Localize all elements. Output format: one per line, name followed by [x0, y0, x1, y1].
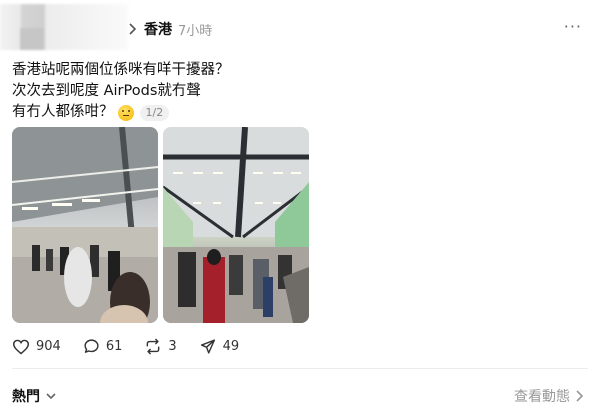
view-activity-label: 查看動態: [514, 389, 570, 405]
feed-selector[interactable]: 熱門: [12, 386, 56, 406]
chevron-right-icon: [128, 22, 138, 36]
post-body: 香港站呢兩個位係咪有咩干擾器？ 次次去到呢度 AirPods就冇聲 有冇人都係咁…: [12, 60, 230, 123]
more-icon[interactable]: ···: [564, 17, 582, 36]
post-text-line: 有冇人都係咁？ 1/2: [12, 102, 230, 123]
chevron-down-icon: [46, 393, 56, 400]
comment-button[interactable]: 61: [83, 338, 123, 355]
post-time: 7小時: [178, 23, 213, 39]
divider: [12, 368, 588, 369]
repost-icon: [147, 338, 160, 355]
post-image-1[interactable]: [12, 127, 158, 323]
station-photo-2: [163, 127, 309, 323]
image-counter: 1/2: [139, 104, 170, 121]
send-icon: [200, 339, 215, 354]
like-count: 904: [36, 339, 61, 354]
repost-button[interactable]: 3: [144, 338, 177, 355]
comment-count: 61: [105, 339, 123, 354]
repost-count: 3: [168, 339, 177, 354]
thinking-emoji-icon: [117, 104, 134, 121]
chevron-right-icon: [576, 390, 584, 402]
share-button[interactable]: 49: [199, 338, 240, 355]
post-header: 香港 7小時: [128, 19, 212, 39]
action-bar: 904 61 3 49: [12, 338, 239, 355]
post-text-line: 香港站呢兩個位係咪有咩干擾器？: [12, 62, 230, 78]
heart-icon: [12, 339, 30, 355]
avatar[interactable]: [0, 4, 128, 50]
view-activity-link[interactable]: 查看動態: [514, 386, 584, 406]
station-photo-1: [12, 127, 158, 323]
username[interactable]: 香港: [144, 19, 172, 39]
comment-icon: [84, 339, 99, 353]
post-text-line: 次次去到呢度 AirPods就冇聲: [12, 83, 201, 99]
post-image-2[interactable]: [163, 127, 309, 323]
feed-selector-label: 熱門: [12, 389, 40, 405]
share-count: 49: [222, 339, 240, 354]
like-button[interactable]: 904: [12, 339, 61, 355]
post-text-line-content: 有冇人都係咁？: [12, 104, 114, 120]
